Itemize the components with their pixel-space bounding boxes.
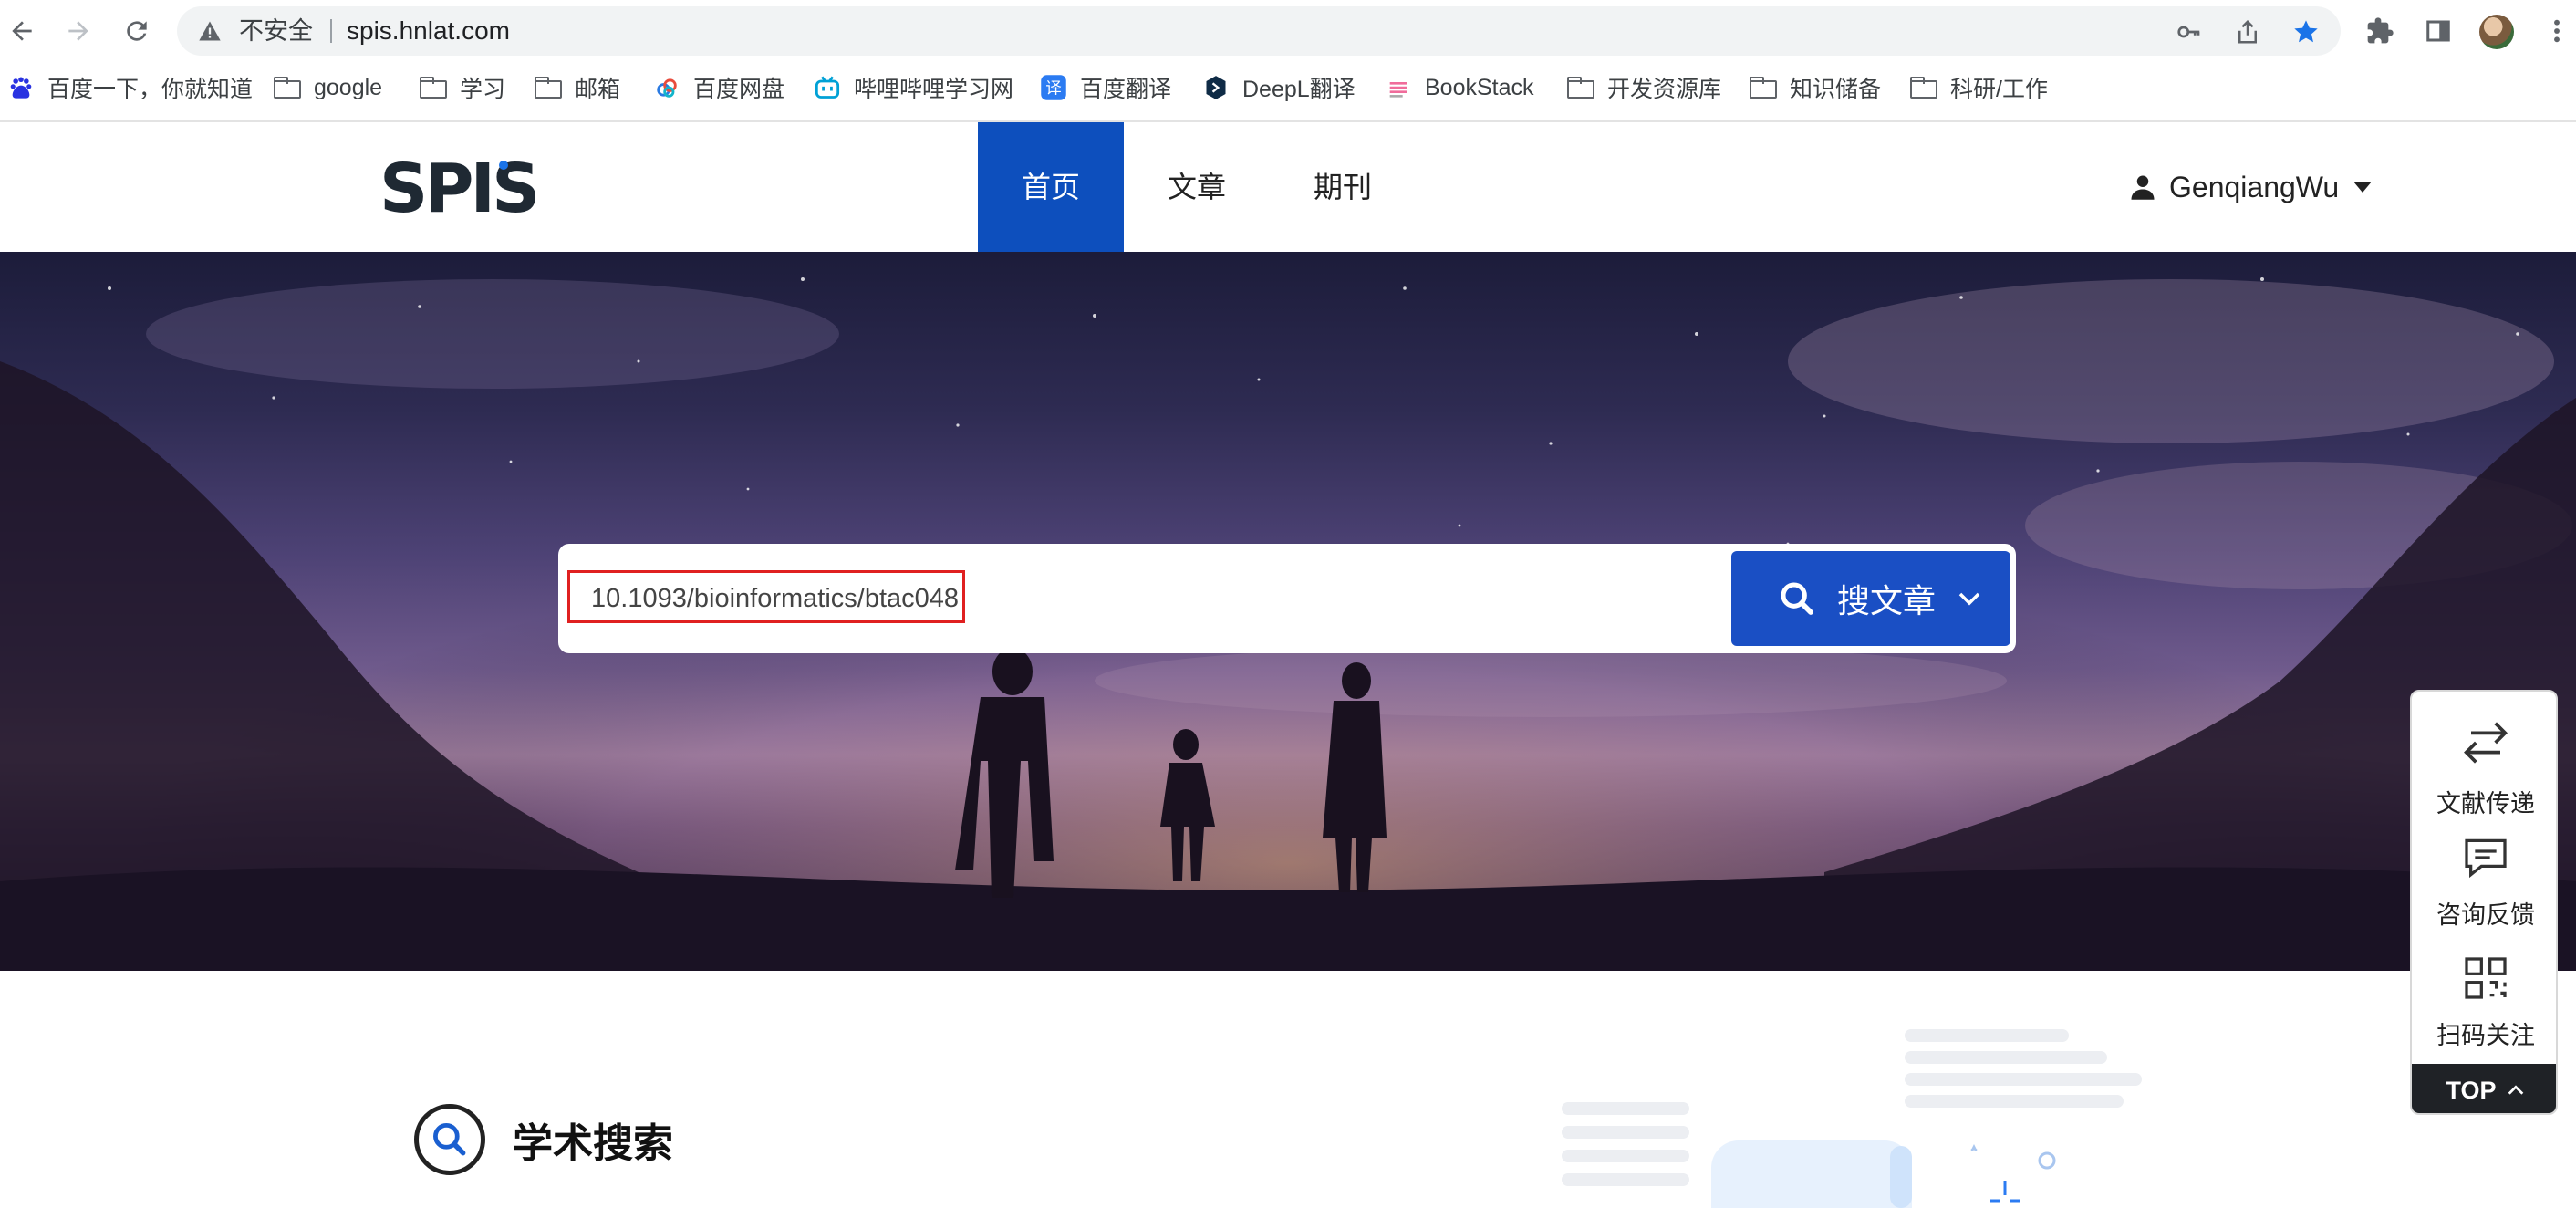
- browser-toolbar: 不安全 spis.hnlat.com: [0, 0, 2576, 64]
- bookmark-deepl[interactable]: DeepL翻译: [1202, 64, 1356, 111]
- bookmark-label: 百度网盘: [693, 77, 785, 102]
- menu-icon[interactable]: [2540, 14, 2574, 48]
- folder-icon: [1910, 74, 1937, 101]
- search-icon: [1781, 582, 1813, 615]
- search-button-label: 搜文章: [1837, 582, 1937, 620]
- bookmark-label: DeepL翻译: [1242, 77, 1356, 102]
- side-item-document-delivery[interactable]: 文献传递: [2412, 713, 2556, 819]
- bookmark-baidu-netdisk[interactable]: 百度网盘: [653, 64, 784, 111]
- bookmark-label: BookStack: [1425, 74, 1534, 100]
- bookmark-bookstack[interactable]: BookStack: [1385, 64, 1534, 111]
- deepl-icon: [1202, 74, 1230, 101]
- nav-journals[interactable]: 期刊: [1270, 122, 1416, 252]
- feedback-icon: [2465, 838, 2507, 879]
- security-label[interactable]: 不安全: [239, 6, 313, 56]
- floating-side-panel: 文献传递 咨询反馈 扫码关注 TOP: [2410, 690, 2558, 1115]
- side-item-label: 咨询反馈: [2436, 901, 2535, 929]
- folder-icon: [535, 74, 562, 101]
- reload-icon[interactable]: [115, 9, 159, 53]
- bookmark-label: 百度一下，你就知道: [47, 77, 254, 102]
- extensions-icon[interactable]: [2363, 14, 2397, 48]
- baidu-netdisk-icon: [653, 74, 680, 101]
- bookmark-label: 百度翻译: [1080, 77, 1172, 102]
- decorative-illustration: [1562, 1029, 2142, 1208]
- folder-icon: [1750, 74, 1777, 101]
- bookmark-google[interactable]: google: [274, 64, 382, 111]
- address-bar[interactable]: 不安全 spis.hnlat.com: [177, 6, 2341, 56]
- svg-text:SPIS: SPIS: [379, 159, 536, 217]
- folder-icon: [274, 74, 301, 101]
- section-title-text: 学术搜索: [513, 1121, 673, 1166]
- site-header: SPIS 首页 文章 期刊 GenqiangWu: [0, 122, 2576, 252]
- bookmark-knowledge[interactable]: 知识储备: [1750, 64, 1881, 111]
- bookmark-label: 开发资源库: [1607, 77, 1722, 102]
- bookmark-baidu[interactable]: 百度一下，你就知道: [7, 64, 253, 111]
- spis-logo[interactable]: SPIS: [379, 159, 553, 217]
- folder-icon: [1567, 74, 1594, 101]
- omnibox-divider: [330, 19, 332, 43]
- chevron-down-icon[interactable]: [1956, 585, 1983, 612]
- bookmark-label: 邮箱: [575, 77, 621, 102]
- chevron-up-icon: [2508, 1085, 2523, 1095]
- user-name: GenqiangWu: [2169, 170, 2340, 203]
- search-input[interactable]: [569, 551, 1737, 646]
- bookmarks-bar: 百度一下，你就知道 google 学习 邮箱 百度网盘 哔哩哔哩学习网 译 百度…: [0, 64, 2576, 122]
- nav-articles[interactable]: 文章: [1124, 122, 1270, 252]
- section-title: 学术搜索: [414, 1104, 673, 1175]
- qrcode-icon: [2465, 957, 2507, 999]
- bookmark-label: 科研/工作: [1950, 77, 2048, 102]
- side-item-scan-follow[interactable]: 扫码关注: [2412, 953, 2556, 1051]
- bilibili-icon: [814, 74, 841, 101]
- bookstack-icon: [1385, 74, 1412, 101]
- baidu-icon: [7, 74, 35, 101]
- bookmark-research-work[interactable]: 科研/工作: [1910, 64, 2048, 111]
- folder-icon: [420, 74, 447, 101]
- search-button[interactable]: 搜文章: [1731, 551, 2010, 646]
- bookmark-label: 哔哩哔哩学习网: [854, 77, 1014, 102]
- back-icon[interactable]: [0, 9, 44, 53]
- key-icon[interactable]: [2175, 17, 2204, 47]
- side-item-label: 扫码关注: [2436, 1022, 2535, 1049]
- svg-text:译: 译: [1045, 79, 1062, 98]
- bookmark-bilibili[interactable]: 哔哩哔哩学习网: [814, 64, 1013, 111]
- share-icon[interactable]: [2233, 17, 2262, 47]
- side-item-label: 文献传递: [2436, 790, 2535, 817]
- bookmark-dev-resources[interactable]: 开发资源库: [1567, 64, 1721, 111]
- bookmark-label: google: [314, 74, 383, 100]
- profile-avatar[interactable]: [2479, 15, 2514, 49]
- user-menu[interactable]: GenqiangWu: [2129, 122, 2373, 252]
- search-circle-icon: [414, 1104, 485, 1175]
- bookmark-label: 知识储备: [1790, 77, 1882, 102]
- nav-home[interactable]: 首页: [978, 122, 1124, 252]
- url-text[interactable]: spis.hnlat.com: [347, 6, 510, 56]
- warning-icon[interactable]: [197, 18, 223, 44]
- back-to-top-button[interactable]: TOP: [2412, 1064, 2556, 1113]
- bookmark-mailbox[interactable]: 邮箱: [535, 64, 620, 111]
- bookmark-label: 学习: [460, 77, 506, 102]
- bookmark-star-icon[interactable]: [2291, 17, 2321, 47]
- bookmark-study[interactable]: 学习: [420, 64, 505, 111]
- forward-icon[interactable]: [57, 9, 100, 53]
- chevron-down-icon: [2353, 182, 2373, 193]
- side-item-feedback[interactable]: 咨询反馈: [2412, 832, 2556, 931]
- sidepanel-icon[interactable]: [2421, 14, 2456, 48]
- bookmark-baidu-translate[interactable]: 译 百度翻译: [1040, 64, 1171, 111]
- top-label: TOP: [2446, 1076, 2497, 1104]
- transfer-icon: [2464, 722, 2508, 764]
- user-icon: [2131, 175, 2155, 200]
- baidu-translate-icon: 译: [1040, 74, 1067, 101]
